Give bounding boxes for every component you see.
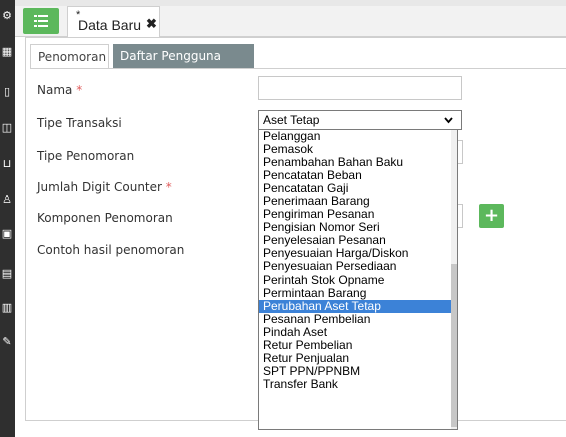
nama-label: Nama * [37, 83, 82, 97]
dropdown-option[interactable]: Retur Pembelian [259, 338, 457, 352]
clipboard-icon[interactable]: ▣ [1, 228, 13, 240]
building-icon[interactable]: ▦ [1, 46, 13, 58]
nama-label-text: Nama [37, 83, 73, 97]
tab-data-baru[interactable]: * Data Baru ✖ [67, 6, 160, 37]
tab-label: Data Baru [78, 17, 142, 33]
plus-icon: + [483, 205, 500, 226]
tab-daftar-pengguna[interactable]: Daftar Pengguna [113, 44, 254, 68]
list-menu-icon [34, 15, 48, 27]
jumlah-digit-label-text: Jumlah Digit Counter [37, 180, 162, 194]
tab-divider [30, 68, 566, 69]
nama-input[interactable] [258, 76, 462, 100]
selected-value: Aset Tetap [263, 113, 320, 127]
user-add-icon[interactable]: ♙ [1, 194, 13, 206]
dropdown-option[interactable]: Permintaan Barang [259, 286, 457, 300]
tipe-transaksi-dropdown[interactable]: Pelanggan Pemasok Penambahan Bahan Baku Pen… [258, 129, 458, 430]
menu-button[interactable] [23, 8, 59, 34]
truck-icon[interactable]: ▤ [1, 268, 13, 280]
cart-icon[interactable]: ⊔ [1, 158, 13, 170]
wrench-icon[interactable]: ✎ [1, 336, 13, 348]
tipe-transaksi-label: Tipe Transaksi [37, 116, 122, 130]
dropdown-option[interactable]: Pindah Aset [259, 325, 457, 339]
left-icon-sidebar: ⚙ ▦ ▯ ◫ ⊔ ♙ ▣ ▤ ▥ ✎ [0, 0, 15, 437]
required-mark: * [76, 83, 83, 97]
document-icon[interactable]: ▯ [1, 86, 13, 98]
add-komponen-button[interactable]: + [479, 204, 504, 228]
close-icon[interactable]: ✖ [146, 16, 157, 32]
scrollbar-thumb[interactable] [451, 264, 457, 427]
jumlah-digit-label: Jumlah Digit Counter * [37, 180, 172, 194]
settings-icon[interactable]: ⚙ [1, 10, 13, 22]
dropdown-option[interactable]: Perintah Stok Opname [259, 273, 457, 287]
dropdown-option[interactable]: SPT PPN/PPNBM [259, 364, 457, 378]
dropdown-option[interactable]: Pesanan Pembelian [259, 312, 457, 326]
dropdown-option[interactable]: Perubahan Aset Tetap [259, 299, 457, 313]
dropdown-option[interactable]: Penyesuaian Persediaan [259, 260, 457, 273]
tipe-penomoran-label: Tipe Penomoran [37, 149, 135, 163]
komponen-label: Komponen Penomoran [37, 211, 173, 225]
tab-penomoran[interactable]: Penomoran [30, 44, 109, 68]
contoh-label: Contoh hasil penomoran [37, 243, 185, 257]
box-icon[interactable]: ◫ [1, 122, 13, 134]
required-mark: * [165, 180, 172, 194]
tipe-transaksi-select[interactable]: Aset Tetap [258, 110, 462, 130]
report-icon[interactable]: ▥ [1, 302, 13, 314]
dropdown-option[interactable]: Retur Penjualan [259, 351, 457, 365]
dropdown-option[interactable]: Transfer Bank [259, 377, 457, 391]
dropdown-scrollbar[interactable] [451, 130, 457, 429]
dropdown-options: Pelanggan Pemasok Penambahan Bahan Baku Pen… [259, 130, 457, 391]
